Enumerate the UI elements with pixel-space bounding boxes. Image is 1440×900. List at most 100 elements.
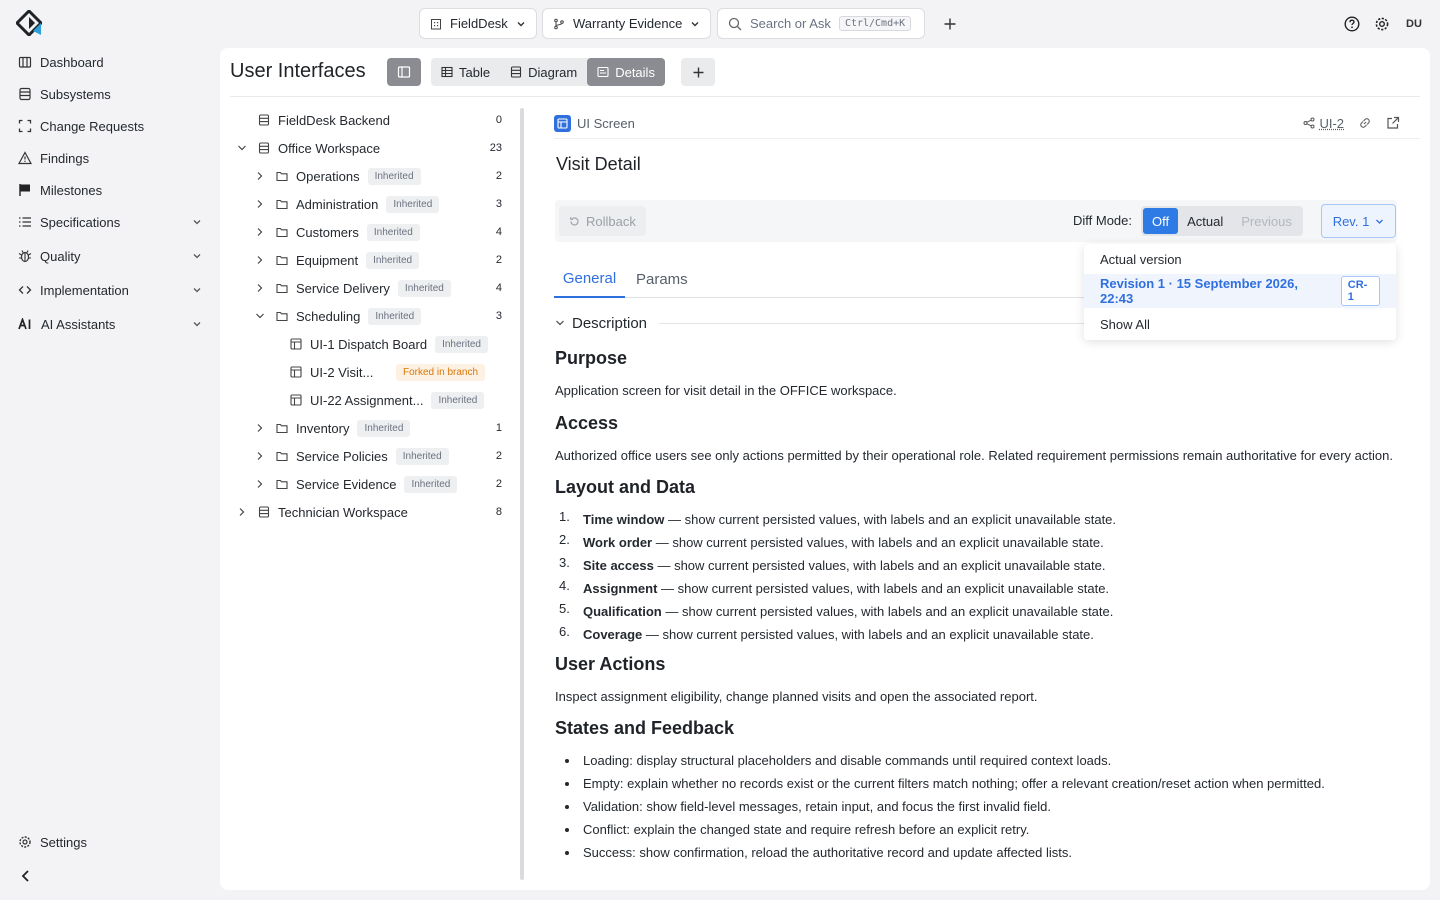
branch-name: Warranty Evidence [573, 16, 683, 31]
ui-screen-icon [290, 394, 302, 406]
chevron-down-icon[interactable] [254, 310, 266, 322]
chevron-down-icon[interactable] [236, 142, 248, 154]
branch-icon [553, 18, 565, 30]
chevron-right-icon[interactable] [254, 282, 266, 294]
sidebar-item-dashboard[interactable]: Dashboard [10, 48, 210, 76]
detail-panel: UI Screen UI-2 Visit Detail Rollback Dif… [554, 108, 1420, 888]
database-icon [18, 87, 32, 101]
search-input[interactable]: Search or Ask Ctrl/Cmd+K [717, 8, 925, 39]
chevron-right-icon[interactable] [254, 226, 266, 238]
change-request-tag[interactable]: CR-1 [1340, 276, 1380, 306]
section-title: Description [572, 314, 648, 332]
tree-item-selected[interactable]: UI-2 Visit... Forked in branch [230, 358, 510, 386]
help-button[interactable] [1340, 12, 1364, 36]
description-content: Purpose Application screen for visit det… [555, 346, 1415, 870]
database-icon [258, 114, 270, 126]
tree-item-label: Administration [296, 196, 379, 212]
tree-item-count: 2 [495, 450, 502, 462]
tree-item[interactable]: Service Delivery Inherited 4 [230, 274, 510, 302]
tree-item[interactable]: UI-1 Dispatch Board Inherited [230, 330, 510, 358]
list-item: 4. Assignment — show current persisted va… [559, 578, 1110, 596]
revision-select[interactable]: Rev. 1 [1321, 204, 1396, 238]
tab-table[interactable]: Table [431, 58, 500, 86]
item-title: Visit Detail [556, 154, 641, 174]
sidebar-item-findings[interactable]: Findings [10, 144, 210, 172]
tree-item[interactable]: Technician Workspace 8 [230, 498, 510, 526]
status-badge: Inherited [386, 195, 440, 213]
list-icon [18, 215, 32, 229]
item-id-link[interactable]: UI-2 [1303, 116, 1344, 131]
menu-item-show-all[interactable]: Show All [1084, 308, 1396, 340]
divider [230, 96, 1420, 97]
chevron-right-icon[interactable] [236, 506, 248, 518]
folder-icon [276, 422, 288, 434]
tree-item[interactable]: Operations Inherited 2 [230, 162, 510, 190]
folder-icon [276, 450, 288, 462]
status-badge: Inherited [397, 279, 451, 297]
chevron-right-icon[interactable] [254, 478, 266, 490]
tree-item[interactable]: Service Policies Inherited 2 [230, 442, 510, 470]
tree-item[interactable]: UI-22 Assignment... Inherited [230, 386, 510, 414]
diff-off-option[interactable]: Off [1143, 208, 1179, 234]
layout-list: 1. Time window — show current persisted v… [555, 508, 1415, 646]
building-icon [430, 18, 442, 30]
tab-params[interactable]: Params [636, 260, 688, 298]
chevron-right-icon[interactable] [254, 170, 266, 182]
chevron-right-icon[interactable] [254, 198, 266, 210]
diff-actual-option[interactable]: Actual [1178, 208, 1232, 234]
tab-diagram[interactable]: Diagram [500, 58, 587, 86]
add-view-button[interactable] [681, 58, 715, 86]
gear-icon [1374, 16, 1390, 32]
tree-item[interactable]: Inventory Inherited 1 [230, 414, 510, 442]
tree-item[interactable]: Administration Inherited 3 [230, 190, 510, 218]
sidebar-item-specifications[interactable]: Specifications [10, 208, 210, 236]
rollback-button[interactable]: Rollback [559, 206, 646, 236]
warning-icon [18, 151, 32, 165]
chevron-right-icon[interactable] [254, 422, 266, 434]
create-button[interactable] [938, 12, 962, 36]
open-external-button[interactable] [1386, 116, 1400, 130]
sidebar-item-settings[interactable]: Settings [10, 828, 210, 856]
panel-resize-handle[interactable] [520, 108, 524, 880]
bug-icon [18, 249, 32, 263]
project-select[interactable]: FieldDesk [419, 8, 537, 39]
tab-details[interactable]: Details [587, 58, 665, 86]
diff-previous-option[interactable]: Previous [1232, 208, 1301, 234]
search-placeholder: Search or Ask [750, 16, 831, 31]
branch-select[interactable]: Warranty Evidence [542, 8, 712, 39]
diagram-icon [510, 66, 522, 78]
menu-item-actual-version[interactable]: Actual version [1084, 244, 1396, 274]
sidebar-item-milestones[interactable]: Milestones [10, 176, 210, 204]
sidebar-item-ai-assistants[interactable]: AI Assistants [10, 310, 210, 338]
sidebar-item-change-requests[interactable]: Change Requests [10, 112, 210, 140]
toggle-tree-button[interactable] [387, 58, 421, 86]
tree-item[interactable]: Office Workspace 23 [230, 134, 510, 162]
tree-item-count: 1 [495, 422, 502, 434]
status-badge: Inherited [366, 223, 420, 241]
paragraph-actions: Inspect assignment eligibility, change p… [555, 689, 1038, 704]
tree-item[interactable]: Service Evidence Inherited 2 [230, 470, 510, 498]
folder-icon [276, 226, 288, 238]
tree-item[interactable]: Customers Inherited 4 [230, 218, 510, 246]
table-icon [441, 66, 453, 78]
tree-item[interactable]: Equipment Inherited 2 [230, 246, 510, 274]
link-icon [1358, 116, 1372, 130]
tree-item[interactable]: Scheduling Inherited 3 [230, 302, 510, 330]
sidebar-item-quality[interactable]: Quality [10, 242, 210, 270]
tree-item[interactable]: FieldDesk Backend 0 [230, 106, 510, 134]
external-link-icon [1386, 116, 1400, 130]
copy-link-button[interactable] [1358, 116, 1372, 130]
sidebar-item-subsystems[interactable]: Subsystems [10, 80, 210, 108]
avatar[interactable]: DU [1401, 12, 1427, 36]
settings-button[interactable] [1370, 12, 1394, 36]
flag-icon [18, 183, 32, 197]
menu-item-revision-1[interactable]: Revision 1 · 15 September 2026, 22:43 CR… [1084, 274, 1396, 308]
tab-general[interactable]: General [554, 260, 625, 298]
app-logo-icon[interactable] [16, 10, 42, 36]
chevron-right-icon[interactable] [254, 254, 266, 266]
sidebar-item-implementation[interactable]: Implementation [10, 276, 210, 304]
tree-item-label: Operations [296, 168, 360, 184]
collapse-sidebar-button[interactable] [16, 866, 36, 886]
undo-icon [569, 216, 580, 227]
chevron-right-icon[interactable] [254, 450, 266, 462]
